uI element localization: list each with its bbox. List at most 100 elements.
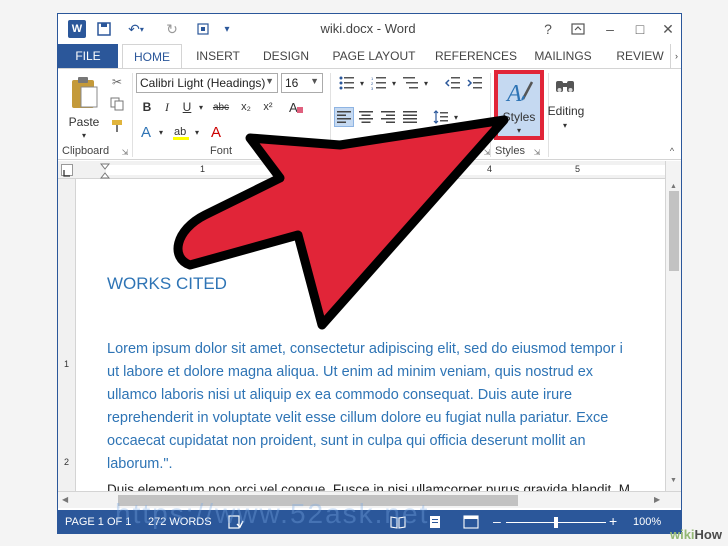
ribbon: Paste ▾ ✂ Clipboard ⇲ Calibri Light (Hea…	[58, 68, 681, 160]
font-name-combo[interactable]: Calibri Light (Headings) ▼	[136, 73, 278, 93]
tab-file[interactable]: FILE	[58, 44, 118, 68]
zoom-level[interactable]: 100%	[633, 516, 661, 528]
multilevel-list-icon[interactable]	[400, 73, 422, 93]
align-right-button[interactable]	[378, 107, 398, 127]
decrease-indent-icon[interactable]	[442, 73, 464, 93]
zoom-slider-thumb[interactable]	[554, 517, 558, 528]
body-line[interactable]: Lorem ipsum dolor sit amet, consectetur …	[107, 338, 623, 361]
scroll-down-icon[interactable]: ▼	[670, 477, 677, 484]
clipboard-group-label: Clipboard	[62, 145, 110, 157]
text-effects-button[interactable]: A	[136, 121, 156, 143]
collapse-ribbon-icon[interactable]: ^	[666, 145, 678, 157]
font-size-dropdown-icon[interactable]: ▼	[310, 76, 319, 86]
copy-icon[interactable]	[108, 95, 126, 113]
increase-indent-icon[interactable]	[464, 73, 486, 93]
underline-button[interactable]: U	[178, 98, 196, 116]
numbering-icon[interactable]: 123	[368, 73, 390, 93]
bullets-icon[interactable]	[336, 73, 358, 93]
body-line[interactable]: ullamco laboris nisi ut aliquip ex ea co…	[107, 384, 572, 407]
tab-selector-icon[interactable]	[61, 164, 73, 177]
body-line[interactable]: Duis elementum non orci vel congue. Fusc…	[107, 478, 630, 491]
format-painter-icon[interactable]	[108, 117, 126, 135]
tab-review[interactable]: REVIEW	[610, 44, 670, 68]
paste-dropdown-icon[interactable]: ▾	[78, 130, 90, 140]
document-page[interactable]: WORKS CITED Lorem ipsum dolor sit amet, …	[77, 179, 665, 491]
editing-label[interactable]: Editing	[544, 103, 588, 119]
highlight-icon[interactable]: ab	[170, 121, 192, 143]
body-line[interactable]: ut labore et dolore magna aliqua. Ut eni…	[107, 361, 593, 384]
tab-page-layout[interactable]: PAGE LAYOUT	[324, 44, 424, 68]
multilevel-dropdown-icon[interactable]: ▾	[422, 73, 430, 93]
clear-formatting-icon[interactable]: A	[286, 97, 306, 117]
strikethrough-button[interactable]: abc	[208, 98, 234, 116]
styles-group-label: Styles	[495, 145, 525, 157]
zoom-slider[interactable]	[506, 517, 606, 528]
tab-design[interactable]: DESIGN	[256, 44, 316, 68]
justify-button[interactable]	[400, 107, 420, 127]
svg-text:ab: ab	[174, 126, 186, 138]
ruler-strip	[106, 165, 666, 175]
subscript-button[interactable]: x₂	[236, 98, 256, 116]
tab-references[interactable]: REFERENCES	[433, 44, 519, 68]
vertical-scroll-thumb[interactable]	[669, 191, 679, 271]
editing-binoculars-icon[interactable]	[552, 73, 578, 99]
tabs-scroll-right-icon[interactable]: ›	[670, 44, 681, 68]
font-name-dropdown-icon[interactable]: ▼	[265, 76, 274, 86]
web-layout-icon[interactable]	[463, 515, 479, 532]
scroll-right-icon[interactable]: ▶	[654, 495, 660, 504]
bullets-dropdown-icon[interactable]: ▾	[358, 73, 366, 93]
ribbon-display-options-button[interactable]	[567, 19, 589, 39]
help-button[interactable]: ?	[537, 19, 559, 39]
align-left-button[interactable]	[334, 107, 354, 127]
wikihow-logo: wikiHow	[670, 527, 722, 542]
works-cited-heading[interactable]: WORKS CITED	[107, 274, 227, 294]
restore-button[interactable]: □	[629, 19, 651, 39]
styles-dropdown-icon: ▾	[516, 126, 521, 135]
font-color-button[interactable]: A	[206, 121, 226, 143]
minimize-button[interactable]: –	[599, 19, 621, 39]
zoom-in-button[interactable]: +	[609, 513, 617, 529]
vertical-ruler[interactable]: 1 2	[58, 179, 76, 491]
svg-text:A: A	[289, 100, 298, 115]
superscript-button[interactable]: x²	[258, 98, 278, 116]
styles-launcher-icon[interactable]: ⇲	[532, 147, 542, 157]
undo-icon[interactable]: ↶ ▾	[122, 19, 150, 39]
redo-icon[interactable]: ↻	[162, 19, 182, 39]
line-spacing-dropdown-icon[interactable]: ▾	[452, 107, 460, 127]
body-line[interactable]: occaecat cupidatat non proident, sunt in…	[107, 430, 586, 453]
horizontal-ruler[interactable]: 1 4 5	[58, 161, 681, 179]
close-button[interactable]: ✕	[657, 19, 679, 39]
vertical-scrollbar[interactable]: ▲ ▼	[665, 161, 681, 491]
scroll-left-icon[interactable]: ◀	[62, 495, 68, 504]
paste-icon[interactable]	[66, 73, 102, 113]
italic-button[interactable]: I	[158, 98, 176, 116]
customize-qat-icon[interactable]: ▾	[220, 19, 234, 39]
paste-button-label[interactable]: Paste	[64, 115, 104, 129]
wikihow-logo-how: How	[694, 527, 722, 542]
tab-home[interactable]: HOME	[122, 44, 182, 68]
print-layout-icon[interactable]	[428, 515, 442, 532]
underline-dropdown-icon[interactable]: ▾	[196, 98, 206, 116]
tab-insert[interactable]: INSERT	[188, 44, 248, 68]
word-window: W ↶ ▾ ↻ ▾ wiki.docx - Word ? – □ ✕ FILE …	[57, 13, 682, 534]
touch-mode-icon[interactable]	[192, 19, 214, 39]
body-line[interactable]: laborum.".	[107, 453, 173, 476]
styles-button[interactable]: A Styles ▾	[494, 70, 544, 140]
zoom-out-button[interactable]: –	[493, 513, 501, 529]
clipboard-launcher-icon[interactable]: ⇲	[120, 147, 130, 157]
save-icon[interactable]	[94, 19, 114, 39]
font-size-combo[interactable]: 16 ▼	[281, 73, 323, 93]
font-name-value: Calibri Light (Headings)	[140, 76, 266, 90]
editing-dropdown-icon[interactable]: ▾	[560, 119, 570, 131]
align-center-button[interactable]	[356, 107, 376, 127]
line-spacing-icon[interactable]	[430, 107, 452, 127]
body-line[interactable]: reprehenderit in voluptate velit esse ci…	[107, 407, 608, 430]
scroll-up-icon[interactable]: ▲	[670, 183, 677, 190]
bold-button[interactable]: B	[138, 98, 156, 116]
cut-icon[interactable]: ✂	[108, 73, 126, 91]
numbering-dropdown-icon[interactable]: ▾	[390, 73, 398, 93]
highlight-dropdown-icon[interactable]: ▾	[192, 121, 202, 143]
styles-icon: A	[505, 81, 534, 105]
tab-mailings[interactable]: MAILINGS	[528, 44, 598, 68]
text-effects-dropdown-icon[interactable]: ▾	[156, 121, 166, 143]
